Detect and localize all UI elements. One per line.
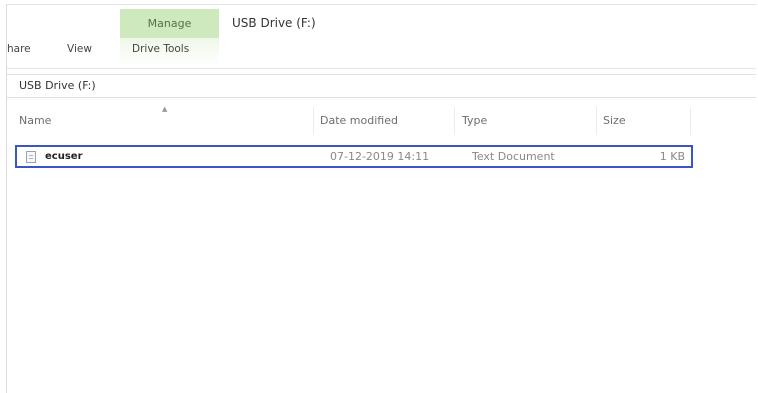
column-header-row: ▲ Name Date modified Type Size — [7, 105, 756, 135]
column-separator[interactable] — [313, 107, 314, 135]
ribbon: Manage USB Drive (F:) hare View Drive To… — [7, 5, 756, 69]
file-date-modified: 07-12-2019 14:11 — [330, 150, 430, 163]
address-bar[interactable]: USB Drive (F:) — [7, 74, 756, 98]
tab-share[interactable]: hare — [7, 43, 31, 55]
sort-up-icon: ▲ — [162, 105, 168, 113]
column-header-type[interactable]: Type — [462, 114, 487, 127]
ribbon-divider — [7, 68, 756, 69]
column-separator[interactable] — [454, 107, 455, 135]
tab-manage[interactable]: Manage — [120, 9, 219, 38]
column-separator[interactable] — [596, 107, 597, 135]
column-separator[interactable] — [690, 107, 691, 135]
window-title: USB Drive (F:) — [232, 16, 316, 30]
explorer-window: Manage USB Drive (F:) hare View Drive To… — [6, 4, 756, 393]
column-header-date-modified[interactable]: Date modified — [320, 114, 398, 127]
column-header-size[interactable]: Size — [603, 114, 626, 127]
address-path[interactable]: USB Drive (F:) — [19, 79, 96, 92]
file-type: Text Document — [472, 150, 555, 163]
file-size: 1 KB — [659, 150, 685, 163]
tab-view[interactable]: View — [67, 43, 92, 55]
file-row[interactable]: ecuser 07-12-2019 14:11 Text Document 1 … — [15, 145, 693, 168]
text-file-icon — [26, 151, 36, 163]
file-name[interactable]: ecuser — [45, 151, 83, 162]
column-header-name[interactable]: Name — [19, 114, 51, 127]
tab-drive-tools[interactable]: Drive Tools — [132, 43, 189, 55]
